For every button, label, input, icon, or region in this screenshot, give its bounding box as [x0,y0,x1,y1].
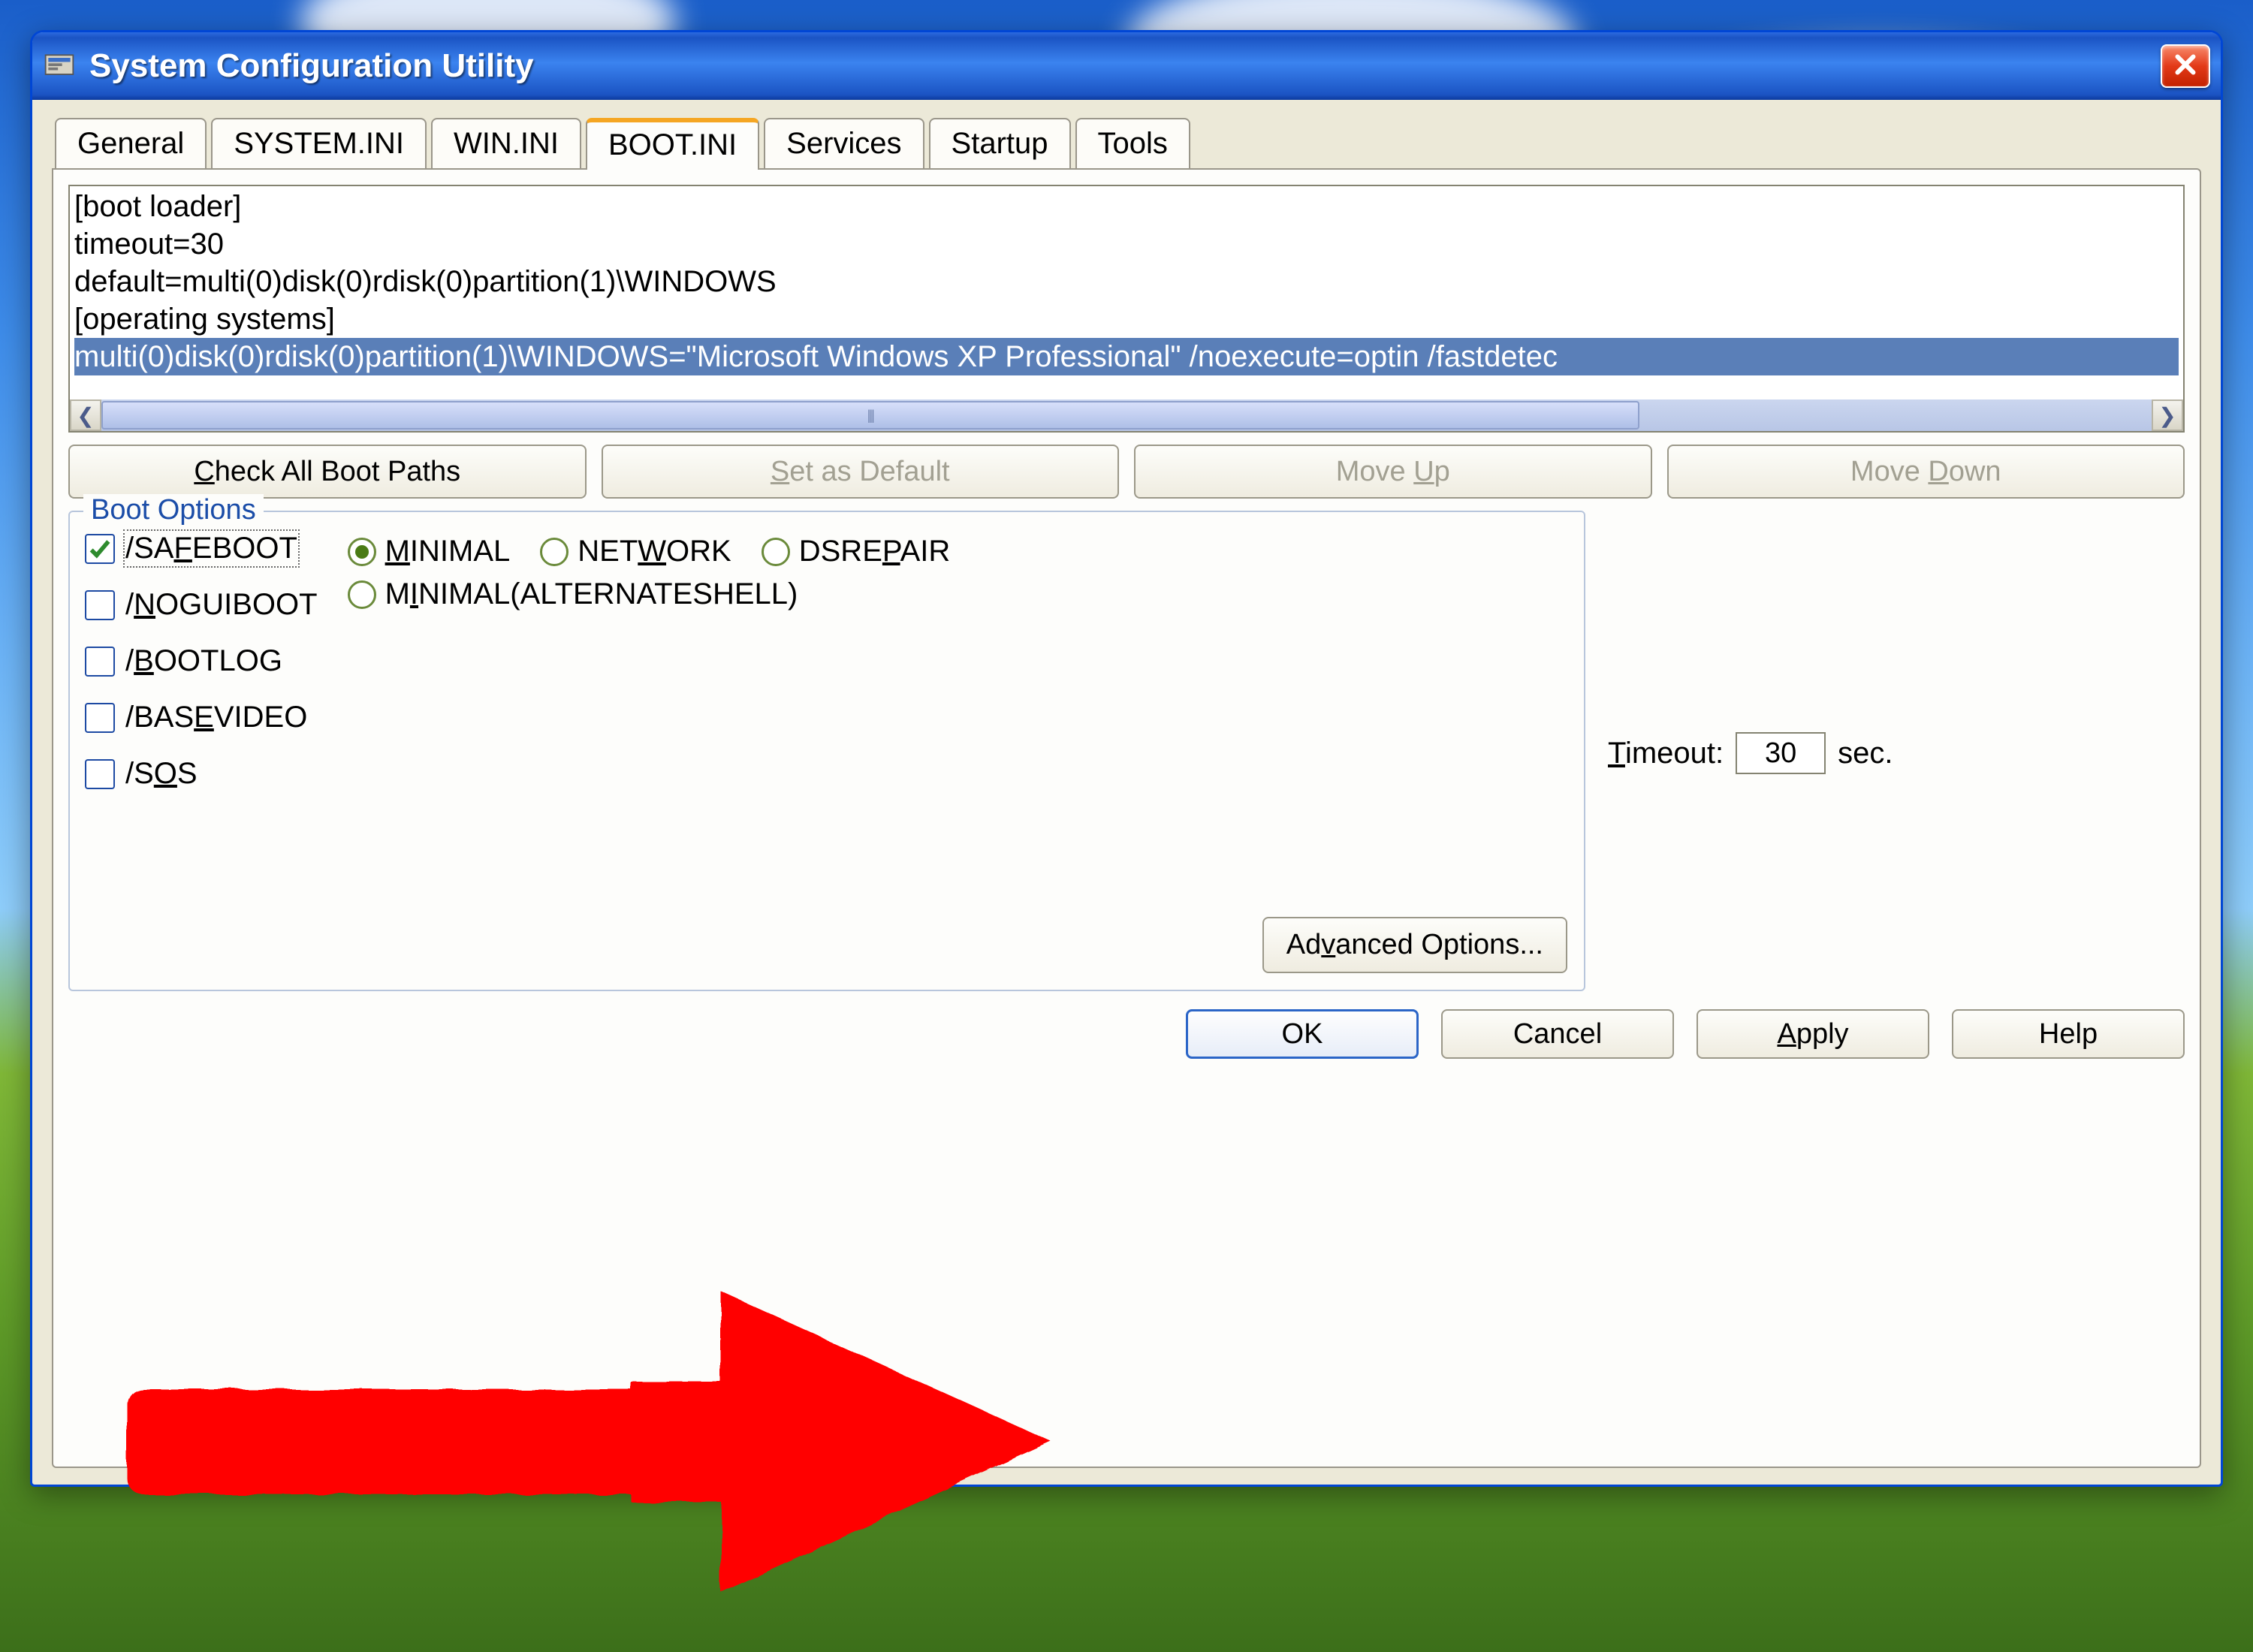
window-title: System Configuration Utility [89,47,2161,85]
chevron-left-icon: ❮ [77,403,94,428]
radio-icon [762,538,790,566]
check-all-boot-paths-button[interactable]: Check All Boot Paths [68,445,587,499]
basevideo-checkbox[interactable]: /BASEVIDEO [85,701,318,734]
bootini-line-selected[interactable]: multi(0)disk(0)rdisk(0)partition(1)\WIND… [74,338,2179,375]
timeout-suffix: sec. [1838,737,1893,770]
bootini-line[interactable]: [boot loader] [74,188,2179,225]
horizontal-scrollbar[interactable]: ❮ ❯ [70,399,2183,431]
boot-options-legend: Boot Options [83,494,264,526]
tab-general[interactable]: General [55,118,207,168]
noguiboot-checkbox[interactable]: /NOGUIBOOT [85,588,318,622]
close-button[interactable] [2161,44,2210,88]
scroll-track[interactable] [101,399,2152,431]
tab-system-ini[interactable]: SYSTEM.INI [211,118,427,168]
set-as-default-button: Set as Default [602,445,1120,499]
bootini-line[interactable]: [operating systems] [74,300,2179,338]
tab-startup[interactable]: Startup [929,118,1071,168]
help-button[interactable]: Help [1952,1009,2185,1059]
chevron-right-icon: ❯ [2158,403,2176,428]
radio-icon [348,538,376,566]
apply-button[interactable]: Apply [1697,1009,1929,1059]
app-icon [43,50,76,83]
safeboot-checkbox[interactable]: /SAFEBOOT [85,532,318,565]
timeout-field: Timeout: sec. [1608,515,1893,991]
checkbox-icon [85,647,115,677]
client-area: General SYSTEM.INI WIN.INI BOOT.INI Serv… [32,100,2221,1485]
move-up-button: Move Up [1134,445,1652,499]
scroll-right-button[interactable]: ❯ [2152,399,2183,431]
checkbox-icon [85,534,115,564]
dsrepair-radio[interactable]: DSREPAIR [762,535,951,568]
minimal-alt-radio[interactable]: MINIMAL(ALTERNATESHELL) [348,577,798,611]
scroll-thumb[interactable] [101,401,1639,430]
tab-tools[interactable]: Tools [1075,118,1190,168]
radio-icon [540,538,569,566]
tabstrip: General SYSTEM.INI WIN.INI BOOT.INI Serv… [52,118,2201,168]
network-radio[interactable]: NETWORK [540,535,731,568]
timeout-label: Timeout: [1608,737,1724,770]
advanced-options-button[interactable]: Advanced Options... [1262,917,1567,973]
boot-options-group: Boot Options /SAFEBOOT [68,511,1585,991]
close-icon [2172,51,2199,82]
tab-services[interactable]: Services [764,118,924,168]
bootini-line[interactable]: default=multi(0)disk(0)rdisk(0)partition… [74,263,2179,300]
tabpanel-boot-ini: [boot loader] timeout=30 default=multi(0… [52,168,2201,1468]
dialog-buttons: OK Cancel Apply Help [68,1003,2185,1059]
checkbox-icon [85,759,115,789]
msconfig-window: System Configuration Utility General SYS… [30,30,2223,1487]
cancel-button[interactable]: Cancel [1441,1009,1674,1059]
checkbox-icon [85,703,115,733]
tab-win-ini[interactable]: WIN.INI [431,118,581,168]
tab-boot-ini[interactable]: BOOT.INI [586,118,759,170]
bootini-content: [boot loader] timeout=30 default=multi(0… [70,186,2183,399]
scroll-left-button[interactable]: ❮ [70,399,101,431]
radio-icon [348,580,376,609]
bootini-listbox[interactable]: [boot loader] timeout=30 default=multi(0… [68,185,2185,433]
sos-checkbox[interactable]: /SOS [85,757,318,791]
titlebar: System Configuration Utility [32,32,2221,100]
timeout-input[interactable] [1736,732,1826,774]
move-down-button: Move Down [1667,445,2185,499]
bootlog-checkbox[interactable]: /BOOTLOG [85,644,318,678]
minimal-radio[interactable]: MINIMAL [348,535,511,568]
bootini-line[interactable]: timeout=30 [74,225,2179,263]
checkbox-icon [85,590,115,620]
boot-path-buttons: Check All Boot Paths Set as Default Move… [68,445,2185,499]
ok-button[interactable]: OK [1186,1009,1419,1059]
